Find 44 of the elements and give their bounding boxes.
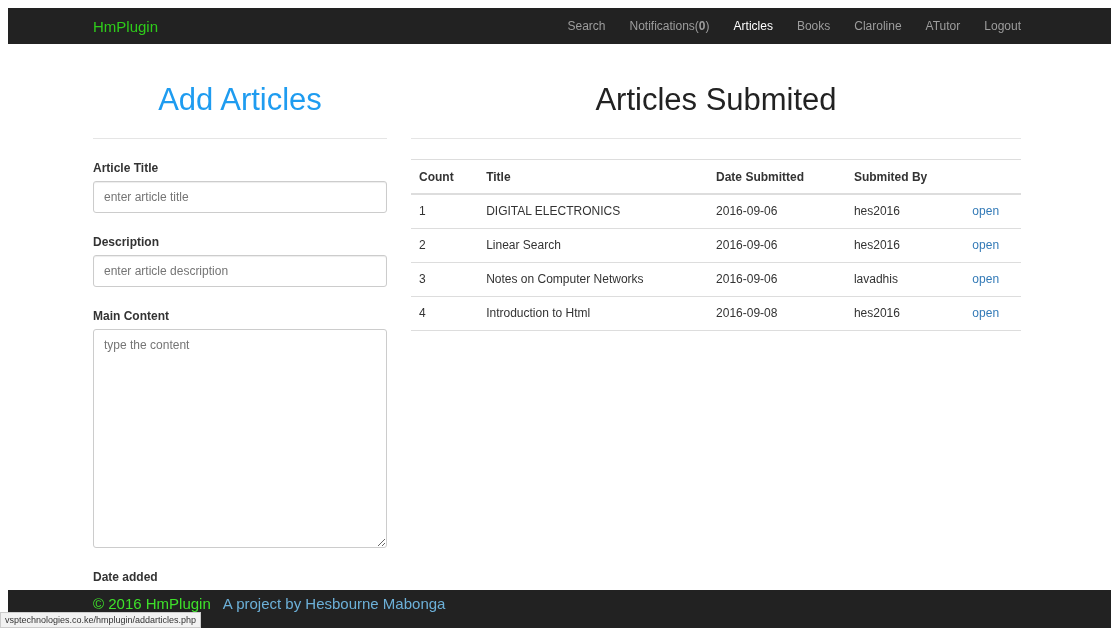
nav-link[interactable]: Search: [567, 19, 606, 34]
table-cell: 2: [411, 228, 479, 263]
table-cell: 1: [411, 194, 479, 229]
brand-logo: HmPlugin: [93, 17, 160, 35]
open-link[interactable]: open: [972, 306, 1000, 321]
open-link[interactable]: open: [972, 204, 1000, 219]
table-cell: DIGITAL ELECTRONICS: [478, 194, 709, 229]
table-cell: 4: [411, 296, 479, 331]
table-cell: lavadhis: [845, 262, 965, 297]
field-label: Article Title: [93, 161, 160, 176]
text-field[interactable]: enter article title: [93, 181, 387, 214]
nav-link[interactable]: Claroline: [854, 19, 902, 34]
field-label: Description: [93, 235, 160, 250]
nav-link[interactable]: Logout: [984, 19, 1021, 34]
table-cell: hes2016: [845, 296, 965, 331]
table-cell: hes2016: [845, 194, 965, 229]
table-cell: 2016-09-06: [708, 228, 846, 263]
table-cell: Introduction to Html: [478, 296, 709, 331]
table-cell: Notes on Computer Networks: [478, 262, 709, 297]
articles-heading: Articles Submited: [411, 44, 1021, 140]
nav-link[interactable]: Notifications(0): [629, 19, 710, 34]
field-label: Main Content: [93, 309, 170, 324]
table-cell: Linear Search: [478, 228, 709, 263]
field-label: Date added: [93, 570, 159, 585]
text-field[interactable]: enter article description: [93, 255, 387, 288]
table-cell: hes2016: [845, 228, 965, 263]
credit-text: A project by Hesbourne Mabonga: [222, 595, 446, 613]
column-header: Date Submitted: [708, 159, 846, 195]
nav-link[interactable]: Articles: [733, 19, 773, 34]
column-header: Count: [411, 159, 479, 195]
open-link[interactable]: open: [972, 238, 1000, 253]
column-header: Submited By: [845, 159, 965, 195]
table-cell: 2016-09-08: [708, 296, 846, 331]
table-cell: 2016-09-06: [708, 194, 846, 229]
open-link[interactable]: open: [972, 272, 1000, 287]
copyright-text: © 2016 HmPlugin: [93, 595, 211, 613]
nav-link[interactable]: Books: [796, 19, 831, 34]
form-heading: Add Articles: [93, 44, 387, 140]
table-cell: 3: [411, 262, 479, 297]
status-url: vsptechnologies.co.ke/hmplugin/addarticles.php: [0, 612, 202, 628]
table-cell: 2016-09-06: [708, 262, 846, 297]
column-header: Title: [478, 159, 709, 195]
nav-link[interactable]: ATutor: [925, 19, 961, 34]
content-field[interactable]: type the content: [93, 329, 387, 549]
